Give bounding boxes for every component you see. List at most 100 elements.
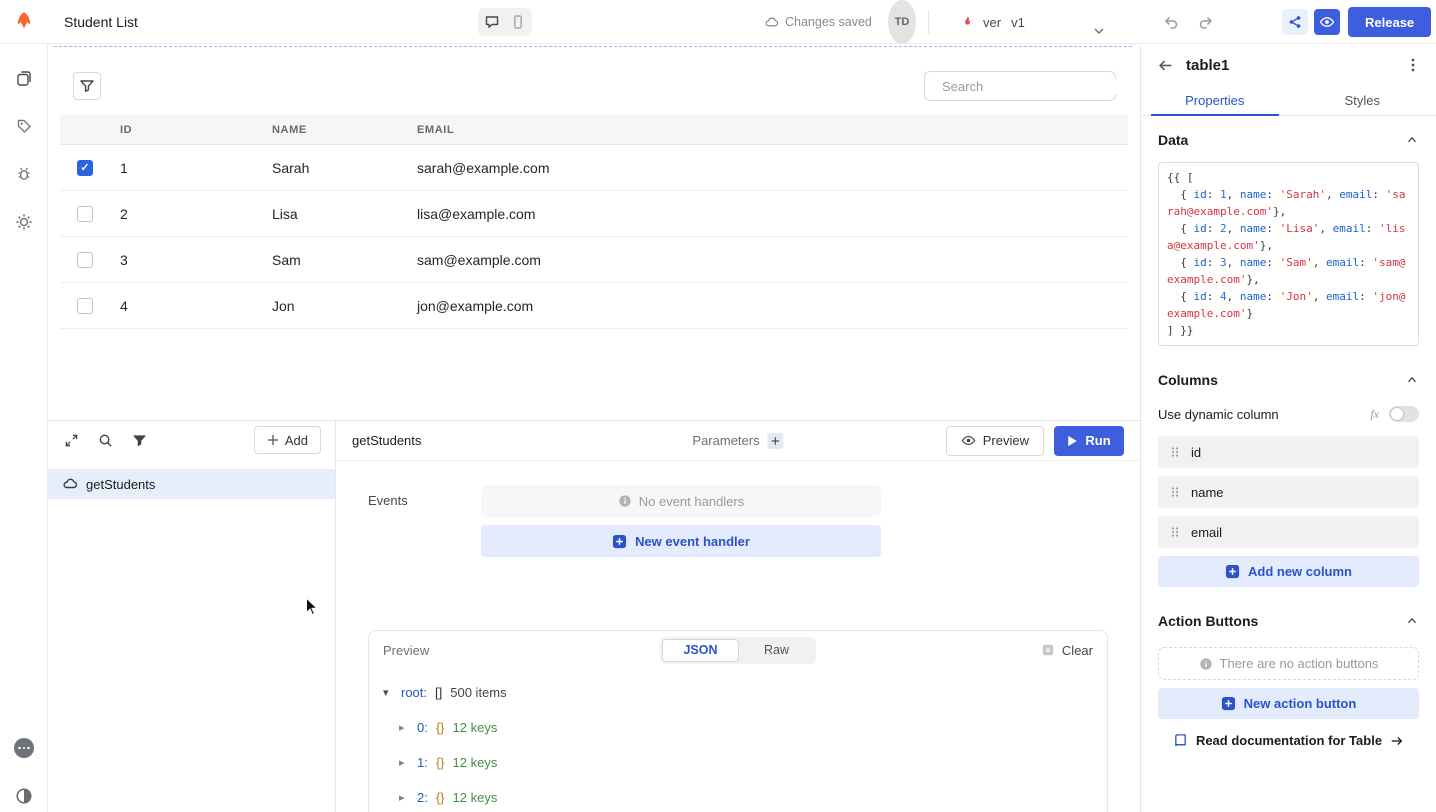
comments-icon[interactable] (480, 10, 504, 34)
mobile-view-icon[interactable] (506, 10, 530, 34)
avatar[interactable]: TD (888, 0, 916, 44)
preview-app-button[interactable] (1314, 9, 1340, 35)
table-row[interactable]: 4Jonjon@example.com (60, 283, 1128, 329)
new-action-button[interactable]: New action button (1158, 688, 1419, 719)
row-checkbox[interactable] (77, 160, 93, 176)
column-item[interactable]: name (1158, 476, 1419, 508)
table-row[interactable]: 3Samsam@example.com (60, 237, 1128, 283)
preview-query-button[interactable]: Preview (946, 426, 1044, 456)
column-header-email[interactable]: EMAIL (407, 124, 1128, 136)
plus-square-icon (612, 534, 627, 549)
tree-toggle-icon[interactable]: ▸ (399, 791, 409, 804)
info-icon (1199, 657, 1213, 671)
add-new-column-label: Add new column (1248, 564, 1352, 579)
column-item[interactable]: email (1158, 516, 1419, 548)
table-row[interactable]: 1Sarahsarah@example.com (60, 145, 1128, 191)
data-section-header[interactable]: Data (1158, 132, 1419, 148)
query-item-label: getStudents (86, 477, 155, 492)
row-checkbox[interactable] (77, 298, 93, 314)
actions-section-header[interactable]: Action Buttons (1158, 613, 1419, 629)
drag-handle-icon[interactable] (1168, 485, 1182, 499)
preview-button-label: Preview (983, 433, 1029, 448)
property-inspector: table1 Properties Styles Data {{ [ { id:… (1140, 44, 1436, 812)
tree-toggle-icon[interactable]: ▸ (399, 721, 409, 734)
row-checkbox[interactable] (77, 252, 93, 268)
column-header-id[interactable]: ID (110, 124, 262, 136)
parameters-group: Parameters (692, 433, 783, 449)
collapse-icon[interactable] (1405, 373, 1419, 387)
table-row[interactable]: 2Lisalisa@example.com (60, 191, 1128, 237)
release-button[interactable]: Release (1348, 7, 1431, 37)
tree-key: root: (401, 685, 427, 700)
dynamic-column-toggle[interactable] (1389, 406, 1419, 422)
tab-styles[interactable]: Styles (1289, 86, 1436, 115)
search-input[interactable] (942, 79, 1118, 94)
tree-toggle-icon[interactable]: ▸ (399, 756, 409, 769)
add-query-label: Add (285, 433, 308, 448)
tab-raw[interactable]: Raw (739, 639, 814, 662)
cell-email: sam@example.com (407, 252, 1128, 268)
tree-row[interactable]: ▾root:[]500 items (383, 675, 1093, 710)
run-button[interactable]: Run (1054, 426, 1124, 456)
fx-icon[interactable]: fx (1370, 407, 1379, 422)
query-search-icon[interactable] (96, 431, 114, 449)
clear-response-button[interactable]: Clear (1041, 643, 1093, 658)
add-new-column-button[interactable]: Add new column (1158, 556, 1419, 587)
row-checkbox[interactable] (77, 206, 93, 222)
tree-row[interactable]: ▸2:{}12 keys (383, 780, 1093, 812)
column-item[interactable]: id (1158, 436, 1419, 468)
new-event-handler-button[interactable]: New event handler (481, 525, 881, 557)
table-data-editor[interactable]: {{ [ { id: 1, name: 'Sarah', email: 'sar… (1158, 162, 1419, 346)
theme-toggle-icon[interactable] (14, 786, 34, 806)
drag-handle-icon[interactable] (1168, 445, 1182, 459)
table-docs-link[interactable]: Read documentation for Table (1158, 733, 1419, 748)
tree-count: 12 keys (453, 720, 498, 735)
info-icon (618, 494, 632, 508)
columns-list: id name email (1158, 436, 1419, 548)
query-list-item[interactable]: getStudents (48, 469, 335, 499)
add-parameter-button[interactable] (768, 433, 784, 449)
kebab-menu-icon[interactable] (1406, 57, 1420, 73)
tree-count: 12 keys (453, 790, 498, 805)
play-icon (1067, 435, 1078, 447)
collapse-icon[interactable] (1405, 133, 1419, 147)
tree-row[interactable]: ▸1:{}12 keys (383, 745, 1093, 780)
data-section-title: Data (1158, 132, 1188, 148)
columns-section-header[interactable]: Columns (1158, 372, 1419, 388)
expand-panel-icon[interactable] (62, 431, 80, 449)
version-selector[interactable]: ver v1 (960, 0, 1025, 44)
settings-icon[interactable] (14, 212, 34, 232)
editor-pages-icon[interactable] (14, 68, 34, 88)
app-logo-icon[interactable] (12, 0, 36, 44)
tab-properties[interactable]: Properties (1141, 86, 1289, 115)
table-filter-button[interactable] (73, 72, 101, 100)
column-header-name[interactable]: NAME (262, 124, 407, 136)
book-icon (1173, 733, 1188, 748)
debug-icon[interactable] (14, 164, 34, 184)
save-status: Changes saved (764, 0, 872, 44)
help-chat-icon[interactable] (14, 738, 34, 758)
tree-type: {} (436, 790, 445, 805)
version-label: ver (983, 15, 1001, 30)
chevron-down-icon[interactable] (1086, 9, 1112, 53)
tree-count: 12 keys (453, 755, 498, 770)
tree-toggle-icon[interactable]: ▾ (383, 686, 393, 699)
widget-name[interactable]: table1 (1186, 57, 1229, 74)
share-button[interactable] (1282, 9, 1308, 35)
cell-email: lisa@example.com (407, 206, 1128, 222)
redo-button[interactable] (1192, 9, 1218, 35)
tree-row[interactable]: ▸0:{}12 keys (383, 710, 1093, 745)
tab-json[interactable]: JSON (662, 639, 739, 662)
inspector-header: table1 (1141, 44, 1436, 86)
undo-button[interactable] (1158, 9, 1184, 35)
plus-icon (267, 434, 279, 446)
collapse-icon[interactable] (1405, 614, 1419, 628)
query-filter-icon[interactable] (130, 431, 148, 449)
query-title[interactable]: getStudents (352, 433, 421, 448)
back-icon[interactable] (1157, 57, 1174, 74)
query-editor: getStudents Parameters Preview Run (336, 421, 1140, 812)
datasources-icon[interactable] (14, 116, 34, 136)
add-query-button[interactable]: Add (254, 426, 321, 454)
eye-icon (961, 433, 976, 448)
drag-handle-icon[interactable] (1168, 525, 1182, 539)
